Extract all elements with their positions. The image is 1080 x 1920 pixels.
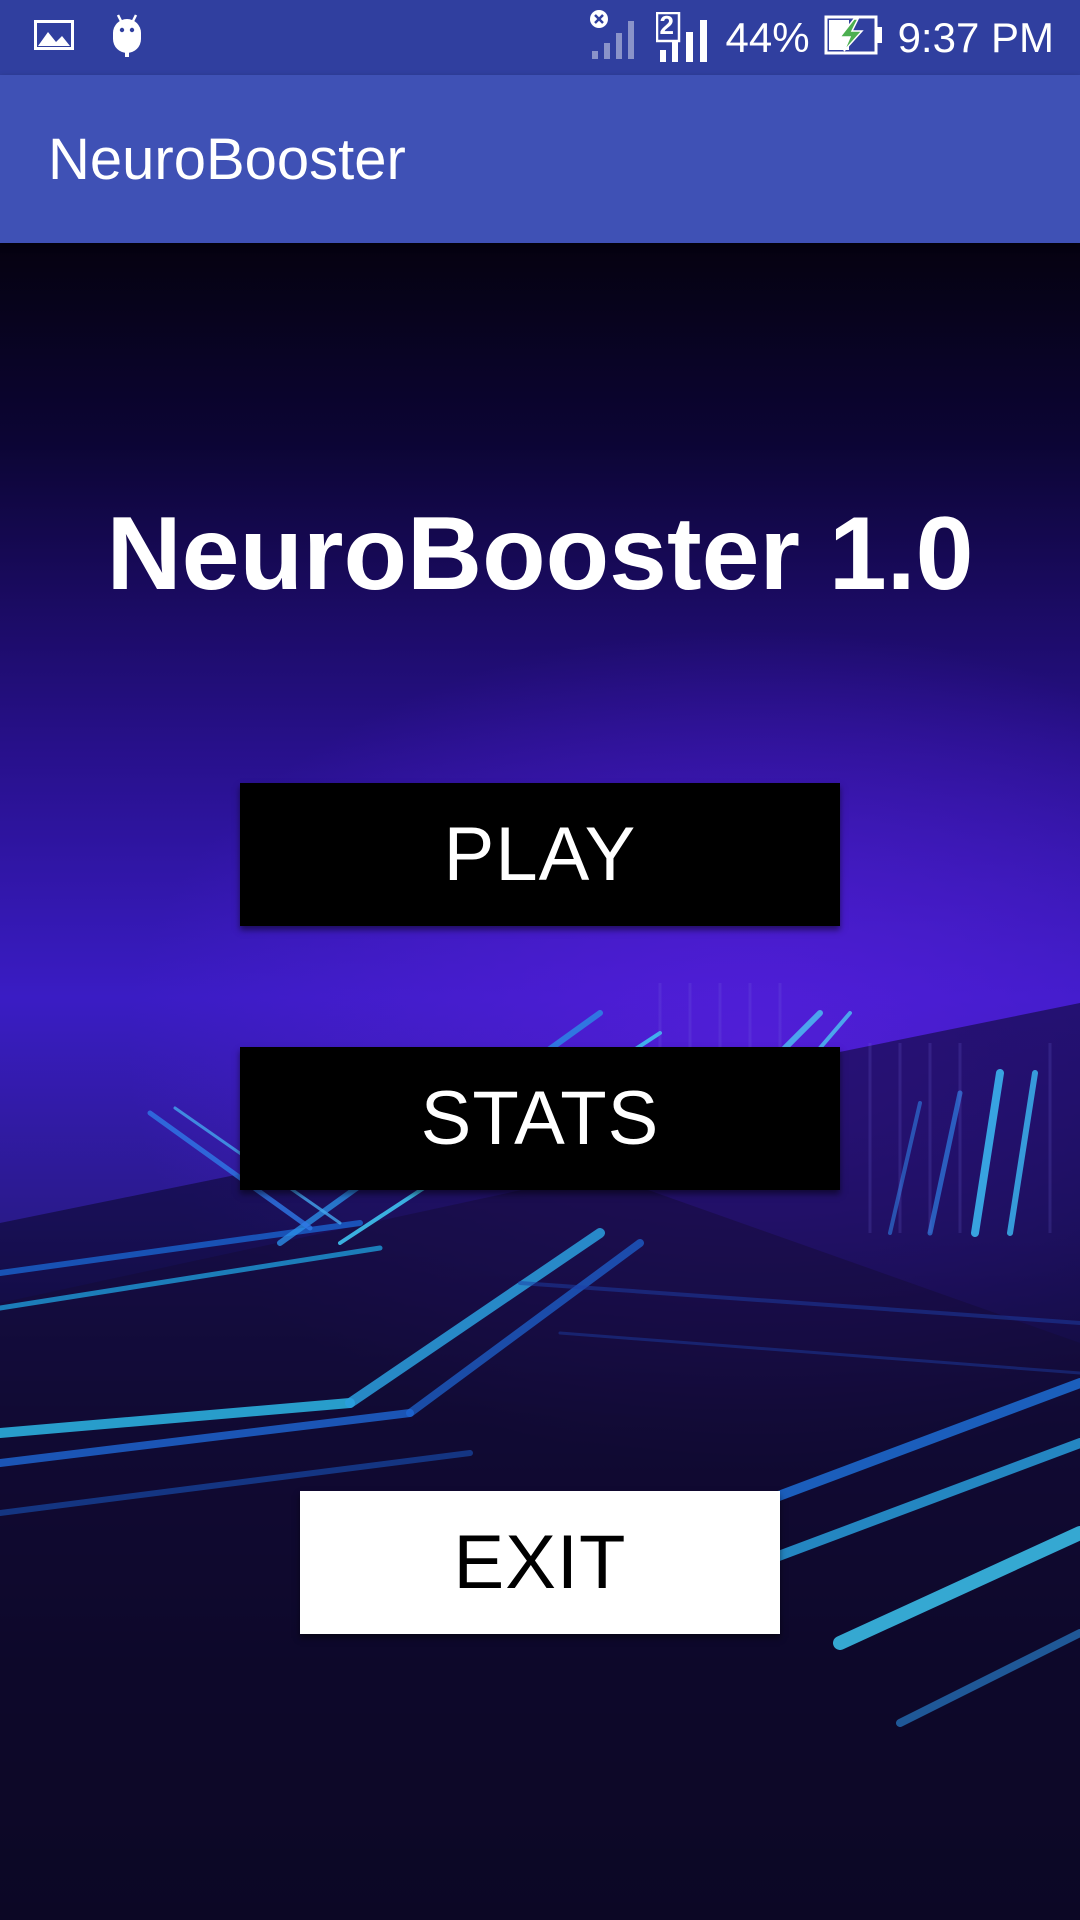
play-button[interactable]: PLAY — [240, 783, 840, 926]
main-title: NeuroBooster 1.0 — [106, 496, 974, 612]
battery-percent: 44% — [725, 13, 810, 61]
stats-button[interactable]: STATS — [240, 1047, 840, 1190]
signal-no-sim-icon — [588, 9, 642, 66]
status-time: 9:37 PM — [897, 13, 1054, 61]
status-left — [34, 13, 180, 62]
exit-button[interactable]: EXIT — [300, 1491, 780, 1634]
screen: 2 44% 9:37 PM NeuroBooster NeuroBooster … — [0, 0, 1080, 1920]
app-bar-title: NeuroBooster — [48, 126, 406, 192]
status-right: 2 44% 9:37 PM — [574, 9, 1054, 66]
app-bar: NeuroBooster — [0, 75, 1080, 243]
battery-charging-icon — [824, 15, 884, 60]
status-bar: 2 44% 9:37 PM — [0, 0, 1080, 75]
android-debug-icon — [110, 13, 144, 62]
image-notification-icon — [34, 20, 74, 55]
signal-sim2-icon: 2 — [655, 9, 712, 64]
main-content: NeuroBooster 1.0 PLAY STATS EXIT — [0, 243, 1080, 1920]
sim2-label: 2 — [659, 9, 674, 40]
